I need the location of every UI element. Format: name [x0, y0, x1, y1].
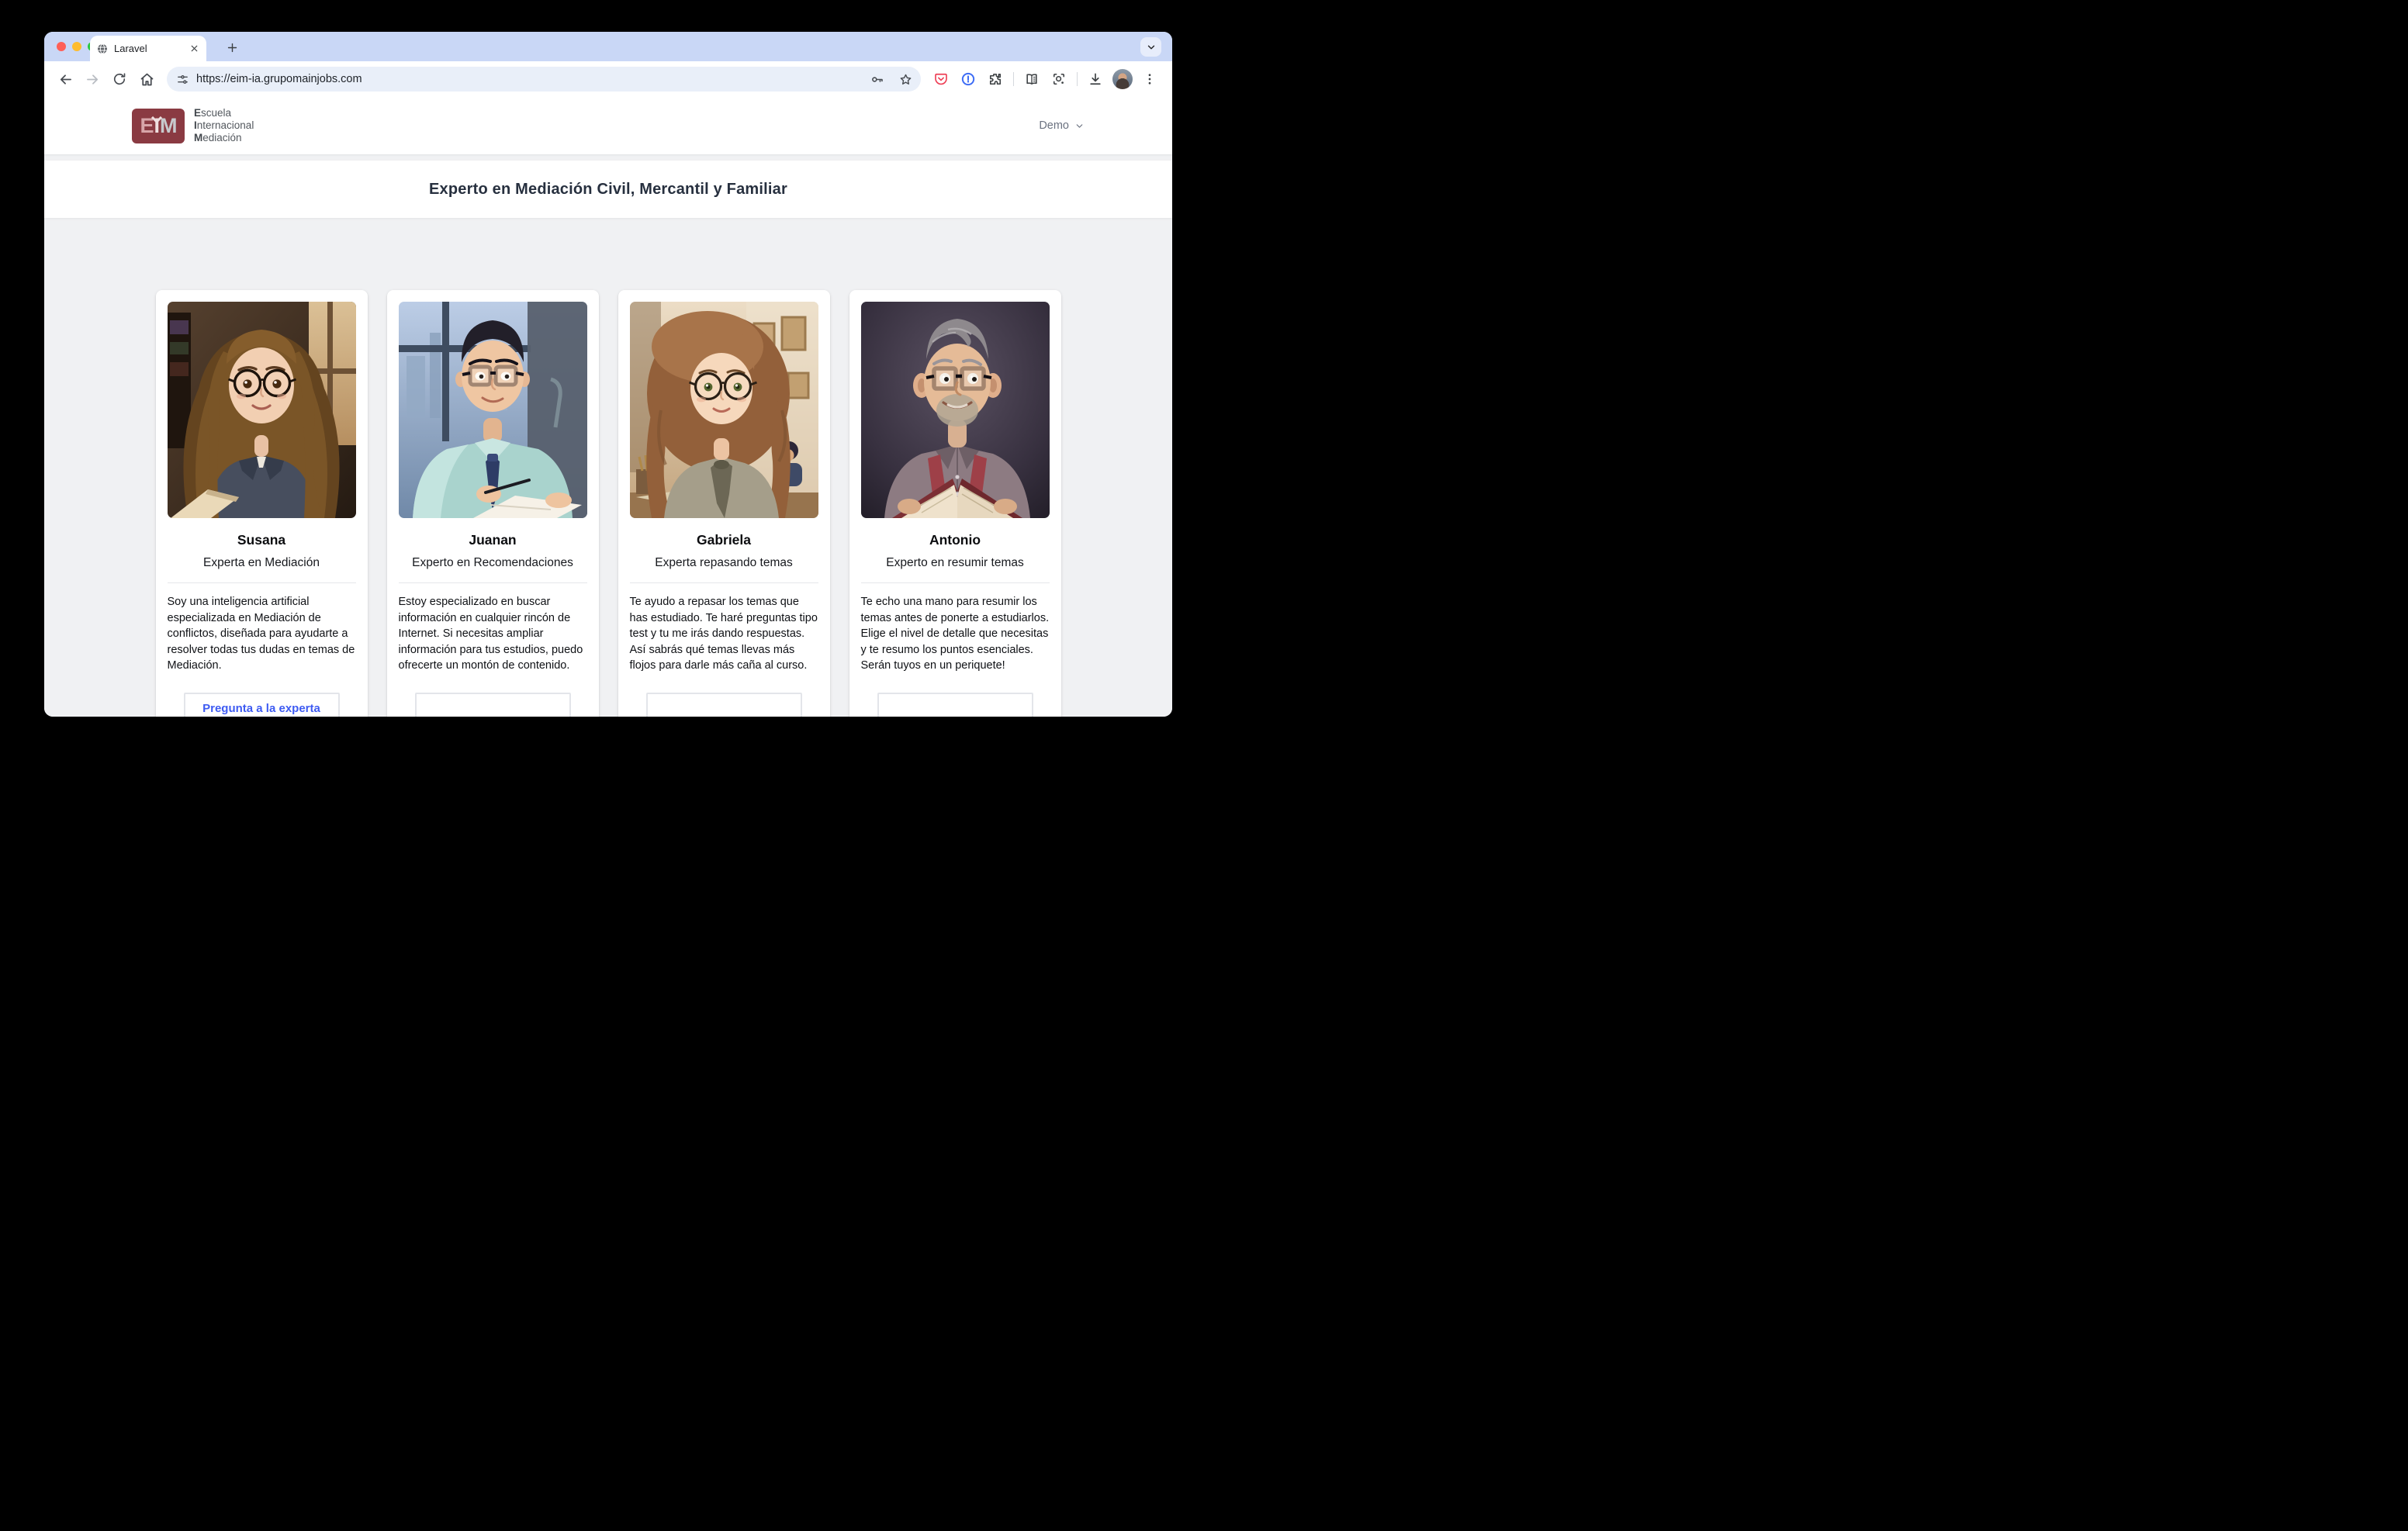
- reading-list-book-icon: [1024, 71, 1040, 87]
- pocket-icon: [933, 71, 949, 87]
- card-subtitle: Experto en resumir temas: [861, 556, 1050, 570]
- chevron-down-icon: [1074, 121, 1085, 131]
- screenshot-lens-icon: [1051, 71, 1067, 87]
- gabriela-avatar-image: [630, 302, 818, 518]
- site-header: EIM Escuela Internacional Mediación Demo: [44, 97, 1172, 154]
- expert-card-gabriela: Gabriela Experta repasando temas Te ayud…: [618, 290, 830, 717]
- browser-toolbar: https://eim-ia.grupomainjobs.com: [44, 61, 1172, 97]
- card-description: Te ayudo a repasar los temas que has est…: [630, 594, 818, 674]
- brand-line: Internacional: [194, 119, 254, 132]
- home-icon: [139, 71, 155, 88]
- screenshot-stage: Laravel: [0, 0, 1204, 766]
- site-info-icon[interactable]: [176, 73, 189, 86]
- ask-expert-button-antonio[interactable]: [877, 693, 1033, 717]
- ask-expert-button-gabriela[interactable]: [646, 693, 802, 717]
- forward-arrow-icon: [85, 71, 101, 88]
- star-icon: [898, 72, 913, 87]
- browser-window: Laravel: [44, 32, 1172, 717]
- reading-list-button[interactable]: [1019, 66, 1045, 92]
- card-subtitle: Experto en Recomendaciones: [399, 556, 587, 570]
- page-title: Experto en Mediación Civil, Mercantil y …: [429, 181, 787, 199]
- card-description: Te echo una mano para resumir los temas …: [861, 594, 1050, 674]
- card-divider: [399, 582, 587, 583]
- card-name: Susana: [168, 532, 356, 548]
- screenshot-button[interactable]: [1046, 66, 1072, 92]
- page-heading-bar: Experto en Mediación Civil, Mercantil y …: [44, 161, 1172, 218]
- close-window-button[interactable]: [57, 42, 66, 51]
- brand-name: Escuela Internacional Mediación: [194, 107, 254, 144]
- card-subtitle: Experta repasando temas: [630, 556, 818, 570]
- reload-button[interactable]: [106, 66, 133, 92]
- card-subtitle: Experta en Mediación: [168, 556, 356, 570]
- card-divider: [630, 582, 818, 583]
- browser-tab-laravel[interactable]: Laravel: [90, 36, 206, 61]
- new-tab-button[interactable]: [223, 38, 242, 57]
- logo-letter-m: M: [160, 116, 177, 137]
- key-icon: [870, 72, 884, 87]
- profile-avatar[interactable]: [1112, 69, 1133, 89]
- ask-expert-button-susana[interactable]: Pregunta a la experta: [184, 693, 340, 717]
- card-name: Gabriela: [630, 532, 818, 548]
- logo-letter-i: I: [154, 116, 160, 137]
- page-content: EIM Escuela Internacional Mediación Demo…: [44, 97, 1172, 717]
- plus-icon: [226, 41, 239, 54]
- extensions-button[interactable]: [982, 66, 1009, 92]
- susana-avatar-image: [168, 302, 356, 518]
- passwords-button[interactable]: [866, 68, 887, 90]
- user-menu-label: Demo: [1039, 119, 1069, 132]
- password-manager-icon: [960, 71, 976, 87]
- home-button[interactable]: [133, 66, 160, 92]
- card-divider: [168, 582, 356, 583]
- back-button[interactable]: [52, 66, 78, 92]
- chevron-down-icon: [1146, 42, 1157, 53]
- back-arrow-icon: [57, 71, 74, 88]
- user-menu-demo[interactable]: Demo: [1039, 119, 1085, 132]
- card-name: Juanan: [399, 532, 587, 548]
- tab-title: Laravel: [114, 43, 182, 54]
- kebab-menu-icon: [1143, 72, 1157, 86]
- downloads-button[interactable]: [1082, 66, 1109, 92]
- brand-line: Mediación: [194, 132, 254, 144]
- card-divider: [861, 582, 1050, 583]
- tab-strip: Laravel: [44, 32, 1172, 61]
- bookmark-button[interactable]: [894, 68, 916, 90]
- pocket-extension-button[interactable]: [928, 66, 954, 92]
- extensions-puzzle-icon: [988, 71, 1003, 87]
- expert-card-juanan: Juanan Experto en Recomendaciones Estoy …: [387, 290, 599, 717]
- juanan-avatar-image: [399, 302, 587, 518]
- antonio-avatar-image: [861, 302, 1050, 518]
- globe-favicon-icon: [96, 43, 109, 55]
- toolbar-divider: [1013, 72, 1014, 86]
- ask-expert-button-juanan[interactable]: [415, 693, 571, 717]
- expert-card-susana: Susana Experta en Mediación Soy una inte…: [156, 290, 368, 717]
- card-description: Estoy especializado en buscar informació…: [399, 594, 587, 674]
- card-description: Soy una inteligencia artificial especial…: [168, 594, 356, 674]
- toolbar-divider: [1077, 72, 1078, 86]
- card-name: Antonio: [861, 532, 1050, 548]
- tab-search-button[interactable]: [1140, 37, 1161, 57]
- minimize-window-button[interactable]: [72, 42, 81, 51]
- password-manager-extension-button[interactable]: [955, 66, 981, 92]
- expert-card-antonio: Antonio Experto en resumir temas Te echo…: [849, 290, 1061, 717]
- url-text[interactable]: https://eim-ia.grupomainjobs.com: [196, 73, 859, 85]
- address-bar[interactable]: https://eim-ia.grupomainjobs.com: [167, 67, 921, 92]
- expert-cards-row: Susana Experta en Mediación Soy una inte…: [44, 290, 1172, 717]
- tab-close-icon[interactable]: [188, 43, 200, 55]
- browser-menu-button[interactable]: [1137, 66, 1163, 92]
- download-icon: [1088, 71, 1103, 87]
- brand-line: Escuela: [194, 107, 254, 119]
- reload-icon: [112, 71, 127, 87]
- eim-logo[interactable]: EIM: [132, 109, 185, 143]
- forward-button[interactable]: [79, 66, 106, 92]
